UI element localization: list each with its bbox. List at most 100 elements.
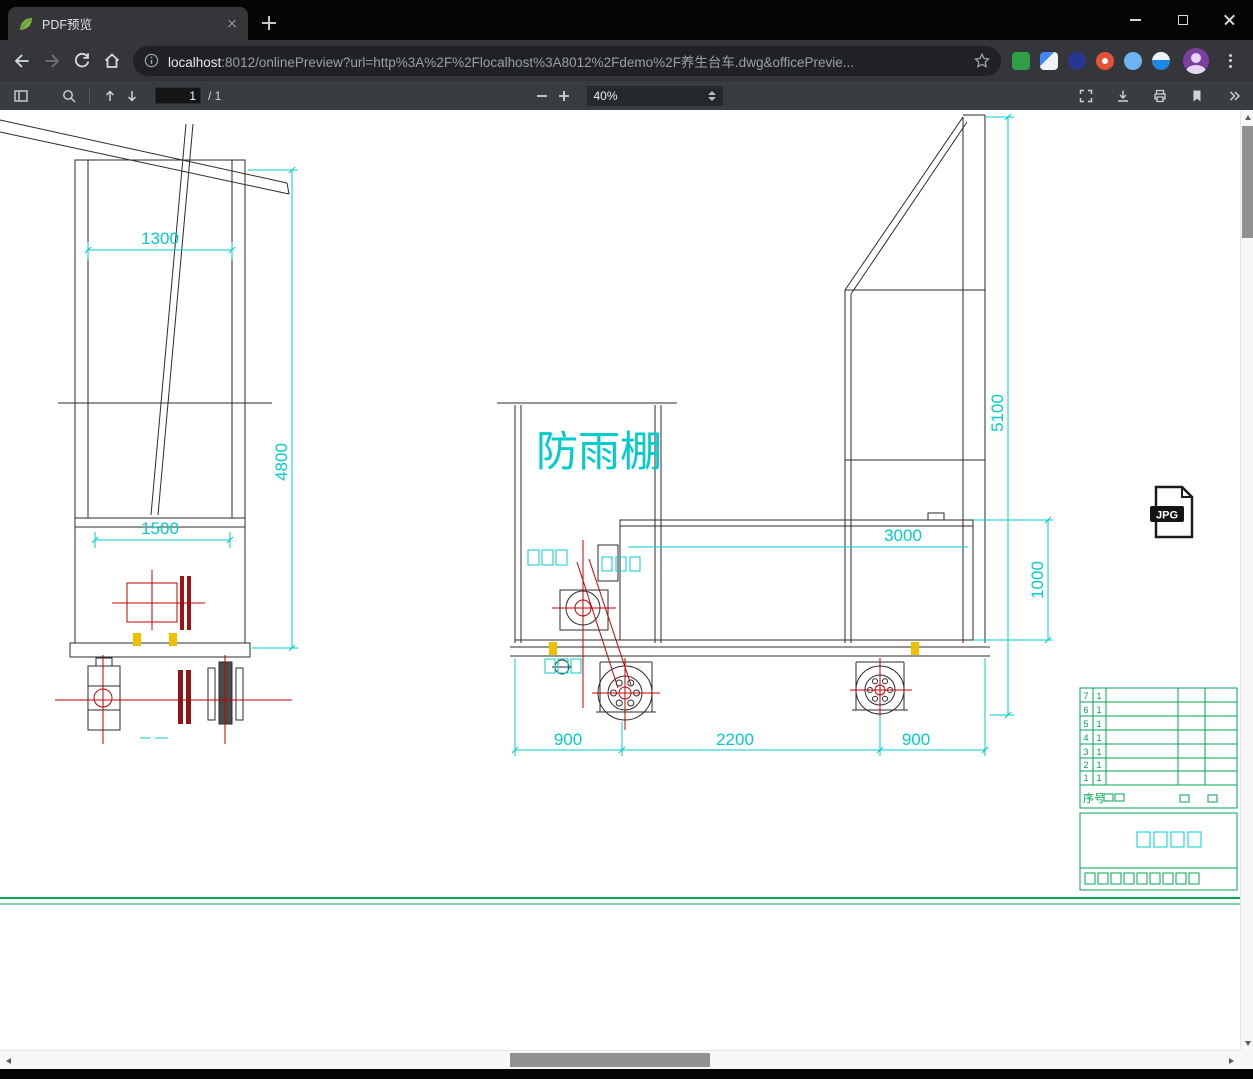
svg-text:1: 1 (1083, 773, 1088, 783)
fullscreen-icon[interactable] (1075, 85, 1097, 107)
url-host: localhost (168, 54, 222, 70)
reload-button[interactable] (67, 46, 97, 76)
vertical-scrollbar[interactable] (1240, 110, 1253, 1050)
back-button[interactable] (7, 46, 37, 76)
scroll-right-icon[interactable] (1223, 1051, 1240, 1070)
cad-side-view (497, 114, 990, 721)
title-block (1079, 687, 1238, 891)
dim-5100: 5100 (988, 394, 1007, 432)
previous-page-icon[interactable] (99, 85, 121, 107)
title-block-footer-glyphs (1084, 872, 1200, 885)
scroll-down-icon[interactable] (1241, 1036, 1253, 1050)
svg-text:3: 3 (1083, 747, 1088, 757)
svg-text:1: 1 (1096, 773, 1101, 783)
zoom-out-icon[interactable] (531, 85, 553, 107)
scroll-up-icon[interactable] (1241, 110, 1253, 124)
canopy-label: 防雨棚 (536, 428, 662, 475)
bookmark-icon[interactable] (1186, 85, 1208, 107)
svg-text:7: 7 (1083, 691, 1088, 701)
extension-icon-1[interactable] (1012, 51, 1030, 70)
site-info-icon[interactable] (143, 52, 160, 69)
sheet-border (0, 897, 1240, 905)
dim-2200: 2200 (716, 730, 754, 749)
close-button[interactable] (1206, 0, 1253, 40)
extension-icon-2[interactable] (1040, 51, 1058, 70)
dim-3000: 3000 (884, 526, 922, 545)
sidebar-toggle-icon[interactable] (10, 85, 32, 107)
home-button[interactable] (97, 46, 127, 76)
extension-icon-4[interactable] (1096, 51, 1114, 70)
tab-close-icon[interactable] (224, 16, 240, 32)
extension-icon-3[interactable] (1068, 51, 1086, 70)
svg-text:2: 2 (1083, 760, 1088, 770)
search-icon[interactable] (58, 85, 80, 107)
cad-side-view-red (552, 540, 912, 730)
svg-text:1: 1 (1096, 719, 1101, 729)
pdf-page-view: 1300 4800 1500 3000 1000 5100 900 2200 9… (0, 110, 1240, 1050)
browser-tab[interactable]: PDF预览 (8, 7, 248, 40)
leaf-favicon-icon (20, 17, 32, 30)
next-page-icon[interactable] (121, 85, 143, 107)
svg-text:1: 1 (1096, 760, 1101, 770)
title-block-text: 7 6 5 4 3 2 1 1 1 1 1 1 1 1 序号 (1083, 691, 1105, 805)
print-icon[interactable] (1149, 85, 1171, 107)
address-bar[interactable]: localhost:8012/onlinePreview?url=http%3A… (133, 45, 1001, 76)
cad-left-dim-labels: 1300 4800 1500 (141, 229, 291, 538)
svg-text:6: 6 (1083, 705, 1088, 715)
dim-900-right: 900 (902, 730, 930, 749)
horizontal-scroll-thumb[interactable] (510, 1053, 710, 1067)
dim-900-left: 900 (554, 730, 582, 749)
dim-1500: 1500 (141, 519, 179, 538)
browser-menu-icon[interactable] (1222, 52, 1238, 70)
browser-window: PDF预览 localhost:8012/onlinePreview?url=h… (0, 0, 1253, 1079)
zoom-spinner-icon (707, 90, 716, 101)
page-number-input[interactable] (155, 87, 201, 104)
zoom-value: 40% (593, 88, 618, 103)
svg-text:1: 1 (1096, 733, 1101, 743)
scroll-left-icon[interactable] (0, 1051, 17, 1070)
pdf-toolbar-right (1075, 81, 1245, 110)
window-bottom-edge (0, 1069, 1253, 1079)
dim-4800: 4800 (272, 443, 291, 481)
page-count-label: / 1 (208, 88, 222, 103)
svg-text:1: 1 (1096, 691, 1101, 701)
dim-1300: 1300 (141, 229, 179, 248)
maximize-button[interactable] (1159, 0, 1206, 40)
forward-button[interactable] (37, 46, 67, 76)
cad-drawing: 1300 4800 1500 3000 1000 5100 900 2200 9… (0, 113, 1240, 905)
window-controls (1112, 0, 1253, 40)
dim-1000: 1000 (1028, 561, 1047, 599)
url-text: localhost:8012/onlinePreview?url=http%3A… (168, 51, 965, 71)
extension-icon-6[interactable] (1152, 51, 1170, 70)
svg-text:1: 1 (1096, 705, 1101, 715)
pdf-toolbar-left: / 1 (10, 81, 221, 110)
vertical-scroll-thumb[interactable] (1242, 126, 1253, 238)
minimize-button[interactable] (1112, 0, 1159, 40)
extensions-area (1007, 47, 1246, 74)
bookmark-star-icon[interactable] (973, 52, 991, 70)
scrollbar-corner (1240, 1050, 1253, 1069)
title-block-header: 序号 (1083, 791, 1105, 805)
svg-text:1: 1 (1096, 747, 1101, 757)
cad-left-view-fills (133, 576, 191, 724)
more-tools-icon[interactable] (1223, 85, 1245, 107)
extension-icon-5[interactable] (1124, 51, 1142, 70)
toolbar-divider (89, 87, 90, 104)
zoom-select[interactable]: 40% (586, 85, 723, 106)
new-tab-button[interactable] (259, 13, 279, 33)
cad-left-dims (84, 166, 298, 739)
pdf-toolbar: / 1 40% (0, 81, 1253, 110)
zoom-in-icon[interactable] (553, 85, 575, 107)
jpg-badge-label: JPG (1156, 510, 1178, 522)
pdf-toolbar-center: 40% (531, 81, 723, 110)
tab-title: PDF预览 (42, 18, 93, 32)
browser-navbar: localhost:8012/onlinePreview?url=http%3A… (0, 40, 1253, 81)
profile-avatar[interactable] (1183, 47, 1209, 74)
svg-text:5: 5 (1083, 719, 1088, 729)
jpg-file-icon: JPG (1150, 485, 1194, 539)
title-block-name-glyphs (1136, 831, 1202, 848)
cad-left-view (0, 119, 290, 731)
horizontal-scrollbar[interactable] (0, 1050, 1240, 1069)
download-icon[interactable] (1112, 85, 1134, 107)
cad-side-view-yellow (549, 642, 919, 655)
